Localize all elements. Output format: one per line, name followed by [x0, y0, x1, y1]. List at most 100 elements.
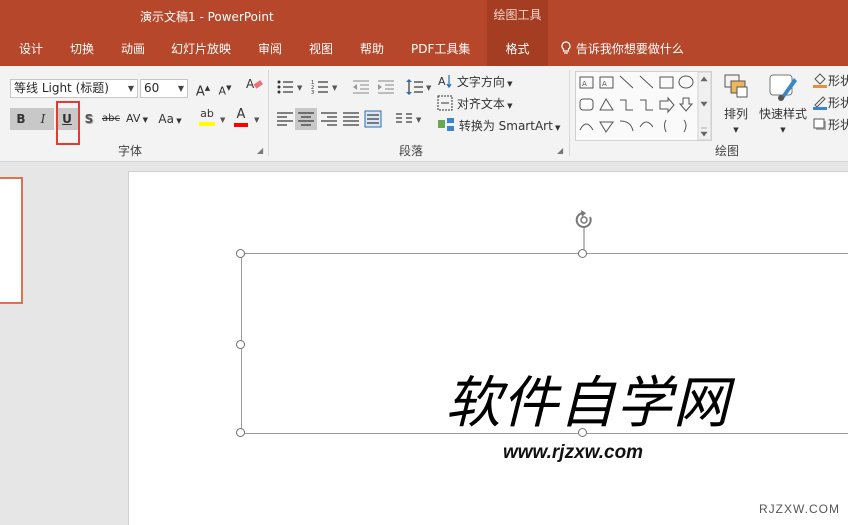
grow-font-label: A	[195, 84, 205, 100]
font-group-label: 字体	[118, 144, 143, 158]
chevron-down-icon[interactable]: ▼	[416, 116, 421, 124]
group-separator	[268, 70, 269, 156]
bold-button[interactable]: B	[10, 108, 32, 130]
increase-indent-icon[interactable]	[377, 78, 395, 96]
tab-help[interactable]: 帮助	[360, 32, 384, 66]
shrink-font-button[interactable]: A▼	[215, 77, 235, 99]
font-size-value: 60	[144, 81, 160, 95]
chevron-down-icon[interactable]: ▼	[220, 116, 225, 124]
text-direction-icon: A	[438, 75, 452, 89]
tab-review[interactable]: 审阅	[258, 32, 282, 66]
font-color-button[interactable]: A	[232, 106, 250, 128]
quick-styles-button[interactable]: 快速样式 ▼	[757, 72, 809, 138]
drawing-group-label: 绘图	[715, 144, 740, 158]
chevron-down-icon: ▼	[733, 126, 739, 134]
change-case-label: Aa	[158, 112, 174, 126]
font-color-label: A	[236, 107, 246, 122]
slide-url-text: www.rjzxw.com	[503, 442, 644, 463]
char-spacing-button[interactable]: AV ▼	[123, 108, 151, 130]
font-name-combo[interactable]: 等线 Light (标题) ▼	[10, 79, 138, 98]
text-direction-label: 文字方向	[456, 75, 505, 89]
tab-view[interactable]: 视图	[309, 32, 333, 66]
convert-smartart-button[interactable]: 转换为 SmartArt ▼	[437, 115, 563, 137]
italic-button[interactable]: I	[32, 108, 54, 130]
shapes-gallery[interactable]: A A	[575, 71, 712, 141]
svg-text:A: A	[438, 75, 446, 88]
quick-styles-icon	[769, 74, 797, 101]
chevron-down-icon[interactable]: ▼	[332, 84, 337, 92]
distributed-icon[interactable]	[364, 110, 382, 128]
chevron-down-icon[interactable]: ▼	[297, 84, 302, 92]
paragraph-group-label: 段落	[399, 144, 424, 158]
font-dialog-launcher-icon[interactable]: ◢	[257, 146, 263, 155]
justify-icon[interactable]	[342, 110, 360, 128]
arrange-label: 排列	[723, 107, 748, 121]
svg-text:3: 3	[311, 90, 314, 96]
paragraph-dialog-launcher-icon[interactable]: ◢	[557, 146, 563, 155]
shape-fill-label: 形状	[828, 74, 848, 88]
line-spacing-icon[interactable]	[406, 78, 424, 96]
underline-highlight-annotation	[56, 101, 80, 145]
smartart-label: 转换为 SmartArt	[458, 119, 553, 133]
shape-outline-label: 形状	[828, 96, 848, 110]
resize-handle-middle-left[interactable]	[236, 340, 245, 349]
shape-fill-button[interactable]: 形状	[812, 70, 848, 92]
shadow-button[interactable]: S	[80, 108, 98, 130]
columns-icon[interactable]	[395, 110, 413, 128]
align-text-icon	[437, 95, 453, 111]
paint-bucket-icon	[813, 73, 827, 88]
change-case-button[interactable]: Aa ▼	[155, 108, 185, 130]
arrange-button[interactable]: 排列 ▼	[718, 72, 754, 138]
window-title: 演示文稿1 - PowerPoint	[140, 10, 274, 24]
shape-effects-icon	[813, 118, 826, 130]
highlight-button[interactable]: ab	[197, 106, 217, 128]
resize-handle-top-left[interactable]	[236, 249, 245, 258]
chevron-down-icon: ▼	[127, 84, 134, 93]
char-spacing-label: AV	[126, 112, 141, 125]
highlight-label: ab	[200, 107, 214, 120]
align-center-button[interactable]	[295, 108, 317, 130]
svg-text:A: A	[246, 77, 255, 91]
shape-effects-label: 形状	[828, 118, 848, 132]
align-center-icon	[298, 112, 314, 126]
arrange-icon	[724, 74, 748, 98]
tab-design[interactable]: 设计	[19, 32, 43, 66]
align-text-label: 对齐文本	[456, 97, 505, 111]
shape-outline-button[interactable]: 形状	[812, 92, 848, 114]
slide-title-text[interactable]: 软件自学网	[445, 358, 730, 439]
strikethrough-button[interactable]: abc	[100, 108, 122, 130]
tell-me-search[interactable]: 告诉我你想要做什么	[560, 32, 684, 66]
grow-font-button[interactable]: A▲	[193, 77, 213, 99]
ribbon-tabs: 设计 切换 动画 幻灯片放映 审阅 视图 帮助 PDF工具集 格式 告诉我你想要…	[0, 32, 848, 66]
font-color-bar	[234, 123, 248, 127]
eraser-icon: A	[246, 77, 263, 91]
font-name-value: 等线 Light (标题)	[14, 81, 109, 95]
align-left-icon[interactable]	[276, 110, 294, 128]
font-size-combo[interactable]: 60 ▼	[140, 79, 188, 98]
clear-formatting-button[interactable]: A	[242, 76, 266, 98]
resize-handle-bottom-left[interactable]	[236, 428, 245, 437]
numbering-icon[interactable]: 123	[311, 78, 329, 96]
chevron-down-icon[interactable]: ▼	[254, 116, 259, 124]
tab-animations[interactable]: 动画	[121, 32, 145, 66]
tab-pdf-tools[interactable]: PDF工具集	[411, 32, 470, 66]
chevron-down-icon: ▼	[780, 126, 786, 134]
tell-me-label: 告诉我你想要做什么	[575, 42, 684, 56]
shape-effects-button[interactable]: 形状	[812, 114, 848, 136]
smartart-icon	[438, 118, 454, 131]
chevron-down-icon: ▼	[177, 84, 184, 93]
shapes-gallery-icons: A A	[579, 71, 712, 141]
slide-thumbnail-selected[interactable]	[0, 177, 23, 304]
resize-handle-top-middle[interactable]	[578, 249, 587, 258]
chevron-down-icon[interactable]: ▼	[426, 84, 431, 92]
align-text-button[interactable]: 对齐文本 ▼	[437, 93, 519, 115]
text-direction-button[interactable]: A 文字方向 ▼	[437, 71, 519, 93]
tab-format[interactable]: 格式	[487, 32, 548, 66]
quick-styles-label: 快速样式	[758, 107, 807, 121]
align-right-icon[interactable]	[320, 110, 338, 128]
bullets-icon[interactable]	[276, 78, 294, 96]
tab-slideshow[interactable]: 幻灯片放映	[171, 32, 231, 66]
rotate-handle-icon[interactable]	[571, 208, 597, 254]
decrease-indent-icon[interactable]	[352, 78, 370, 96]
tab-transitions[interactable]: 切换	[70, 32, 94, 66]
